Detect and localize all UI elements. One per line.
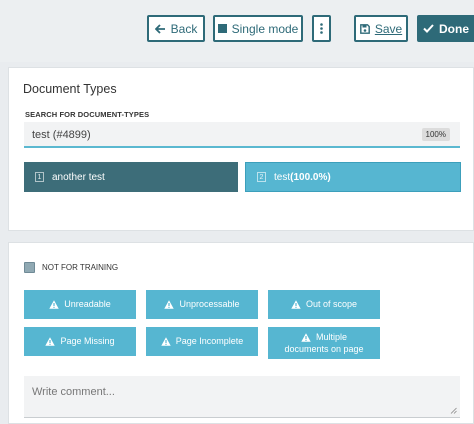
done-label: Done [439,21,469,36]
arrow-left-icon [154,23,165,34]
tag-label-line2: documents on page [284,343,364,354]
warning-icon [161,337,171,346]
page-missing-button[interactable]: Page Missing [24,327,136,356]
out-of-scope-button[interactable]: Out of scope [268,290,380,319]
match-percent-badge: 100% [421,128,450,141]
search-value: test (#4899) [32,129,91,141]
more-options-button[interactable] [312,15,331,42]
warning-icon [164,300,175,309]
floppy-disk-icon [359,23,370,34]
multiple-documents-button[interactable]: Multiple documents on page [268,327,380,359]
not-for-training-label: NOT FOR TRAINING [42,263,119,272]
save-label: Save [374,21,403,36]
not-for-training-checkbox[interactable] [24,262,35,273]
option-label: test [274,171,291,183]
done-button[interactable]: Done [417,15,474,42]
flags-panel: NOT FOR TRAINING Unreadable Unprocessabl… [8,242,474,424]
warning-icon [45,337,56,346]
option-score: (100.0%) [290,171,331,183]
tag-label: Page Incomplete [175,336,244,346]
warning-icon [291,300,301,309]
page-incomplete-button[interactable]: Page Incomplete [146,327,258,356]
unprocessable-button[interactable]: Unprocessable [146,290,258,319]
option-label: another test [52,171,105,183]
save-button[interactable]: Save [354,15,408,42]
top-toolbar: Back Single mode Save Done [0,0,474,62]
back-button[interactable]: Back [147,15,205,42]
single-mode-button[interactable]: Single mode [213,15,303,42]
warning-icon [49,300,59,309]
unreadable-button[interactable]: Unreadable [24,290,136,319]
document-type-search-input[interactable]: test (#4899) 100% [24,122,460,148]
not-for-training-toggle[interactable]: NOT FOR TRAINING [24,262,118,273]
resize-handle-icon[interactable] [450,407,457,414]
tag-label: Unprocessable [179,299,240,309]
document-types-title: Document Types [23,82,117,96]
document-type-option-test[interactable]: 2 test(100.0%) [245,162,461,192]
tag-label: Out of scope [305,299,358,309]
search-label: SEARCH FOR DOCUMENT-TYPES [25,110,150,119]
tag-label: Page Missing [60,336,115,346]
document-types-panel: Document Types SEARCH FOR DOCUMENT-TYPES… [8,67,474,231]
square-icon [217,24,227,33]
option-index: 1 [35,172,44,182]
vertical-dots-icon [320,23,323,34]
tag-label-line1: Multiple [315,331,347,342]
document-type-option-another-test[interactable]: 1 another test [24,162,238,192]
warning-icon [301,332,311,342]
comment-textarea[interactable]: Write comment... [24,376,460,418]
tag-label: Unreadable [64,299,111,309]
comment-placeholder: Write comment... [32,386,115,398]
checkmark-icon [423,24,434,33]
back-label: Back [170,21,198,36]
single-mode-label: Single mode [231,21,299,36]
option-index: 2 [257,172,266,182]
